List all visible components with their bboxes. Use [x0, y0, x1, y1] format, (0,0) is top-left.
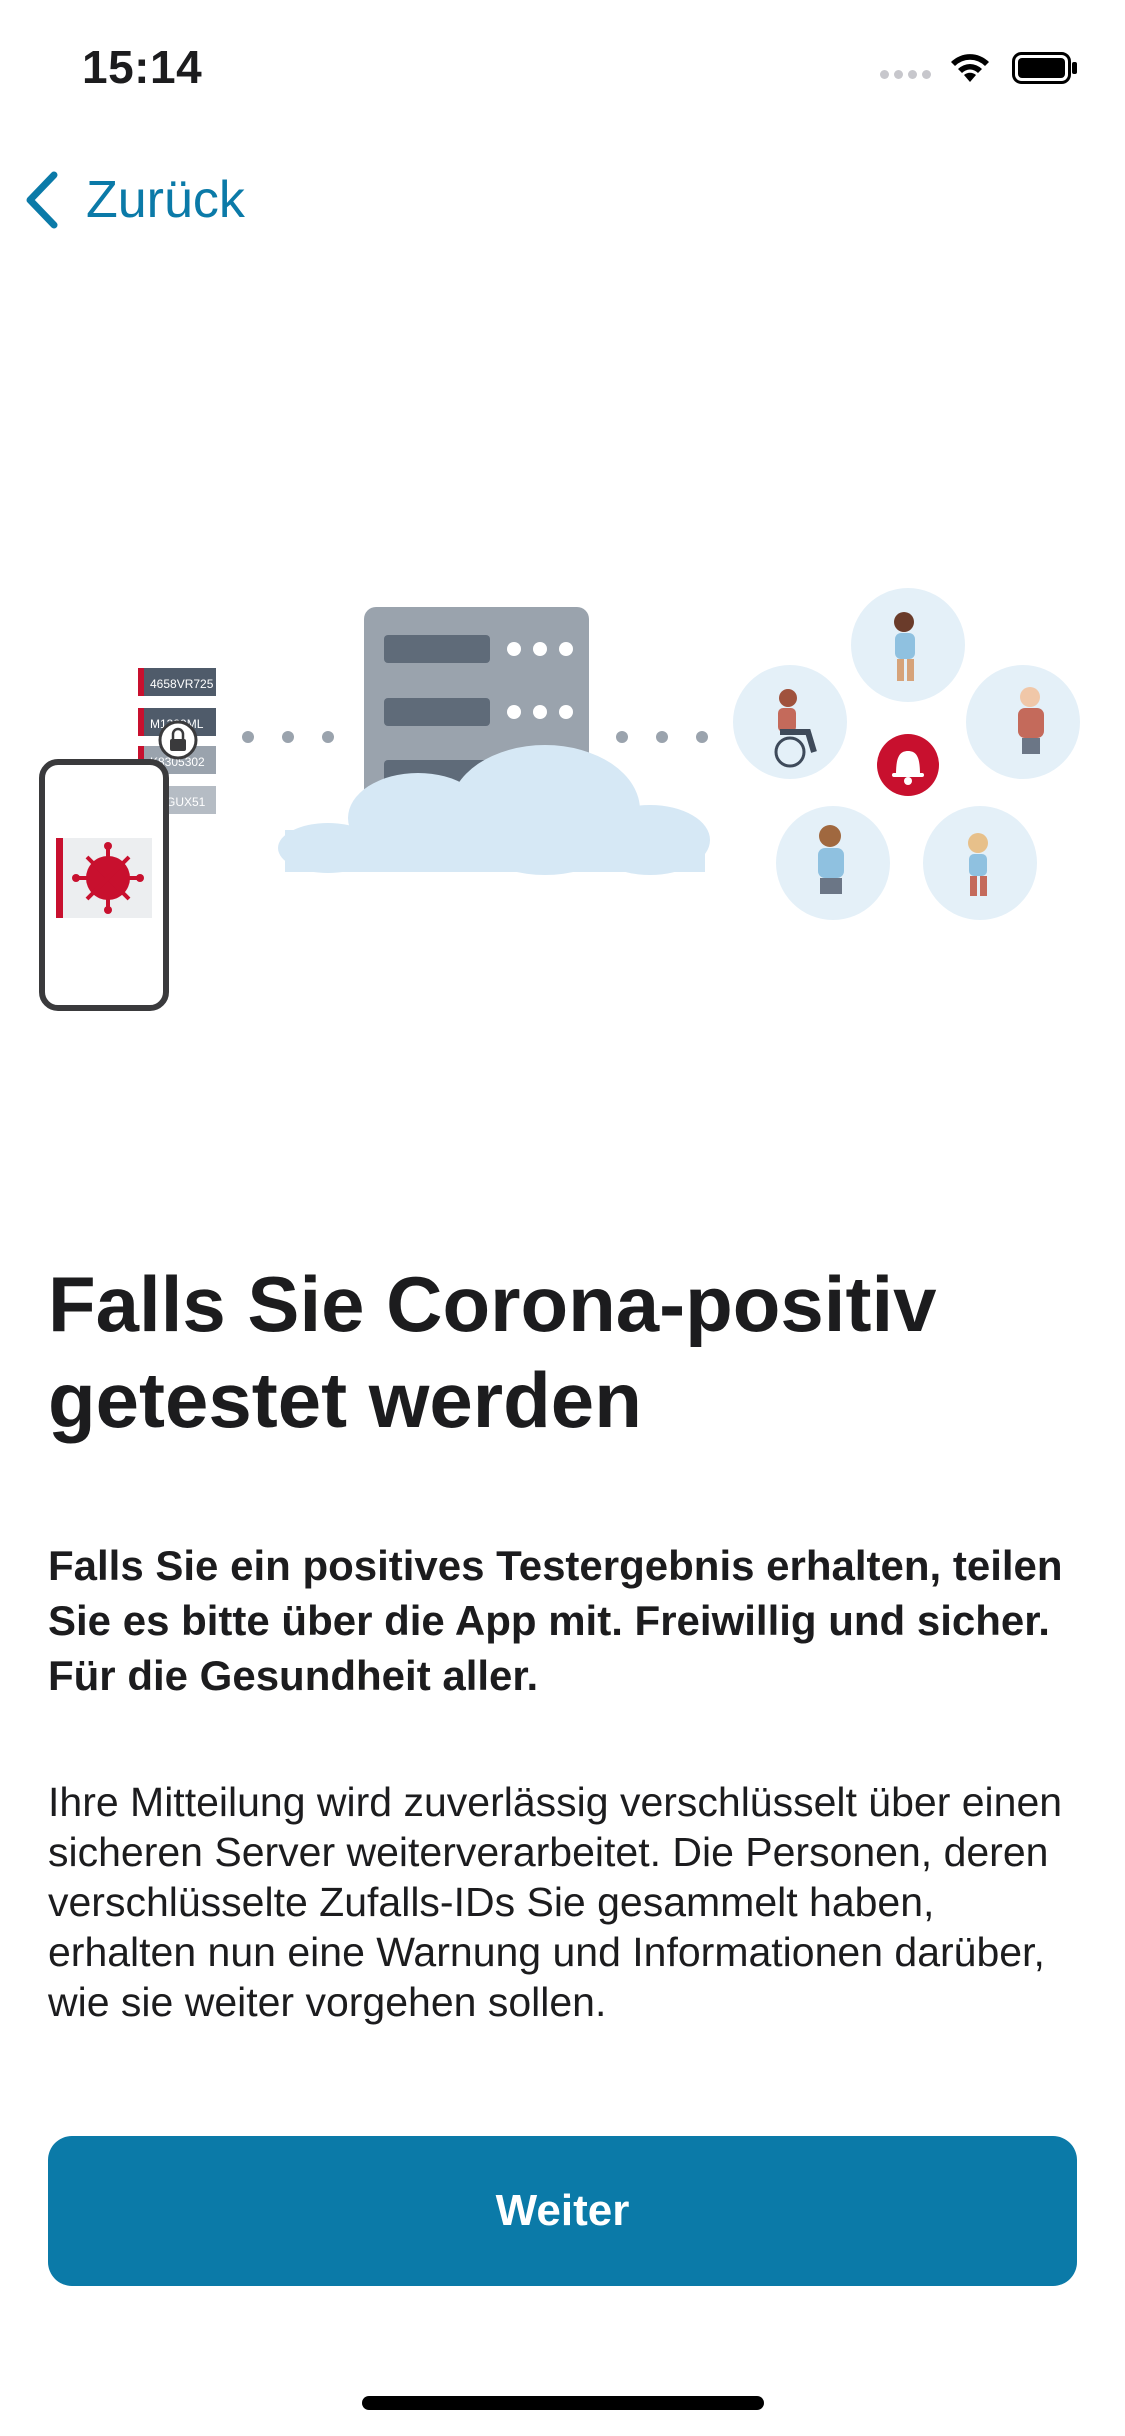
back-label: Zurück	[86, 171, 245, 229]
status-bar: 15:14	[0, 0, 1125, 140]
page-body-text: Ihre Mitteilung wird zuverlässig verschl…	[48, 1779, 1063, 2025]
illustration-data-sharing: 4658VR725 M1389ML K8305302 G5GUX51	[39, 588, 1080, 1011]
cloud-icon	[278, 745, 710, 875]
chevron-left-icon	[26, 171, 58, 229]
random-id-text: 4658VR725	[150, 677, 214, 691]
cellular-signal-icon	[880, 66, 936, 84]
bell-alert-icon	[877, 734, 939, 796]
battery-icon	[1012, 52, 1077, 84]
back-button[interactable]: Zurück	[22, 165, 245, 235]
status-time: 15:14	[82, 41, 203, 93]
person-icon	[818, 825, 844, 894]
page-title: Falls Sie Corona-positiv getestet werden	[48, 1260, 937, 1444]
lock-icon	[158, 720, 198, 760]
continue-button[interactable]: Weiter	[48, 2136, 1077, 2286]
phone-with-virus-notice	[39, 759, 169, 1011]
page-subtitle: Falls Sie ein positives Testergebnis erh…	[48, 1542, 1063, 1699]
contacts-group	[733, 588, 1080, 920]
connection-dots-right	[616, 731, 708, 743]
home-indicator	[362, 2396, 764, 2410]
connection-dots-left	[242, 731, 334, 743]
wifi-icon	[951, 54, 989, 82]
